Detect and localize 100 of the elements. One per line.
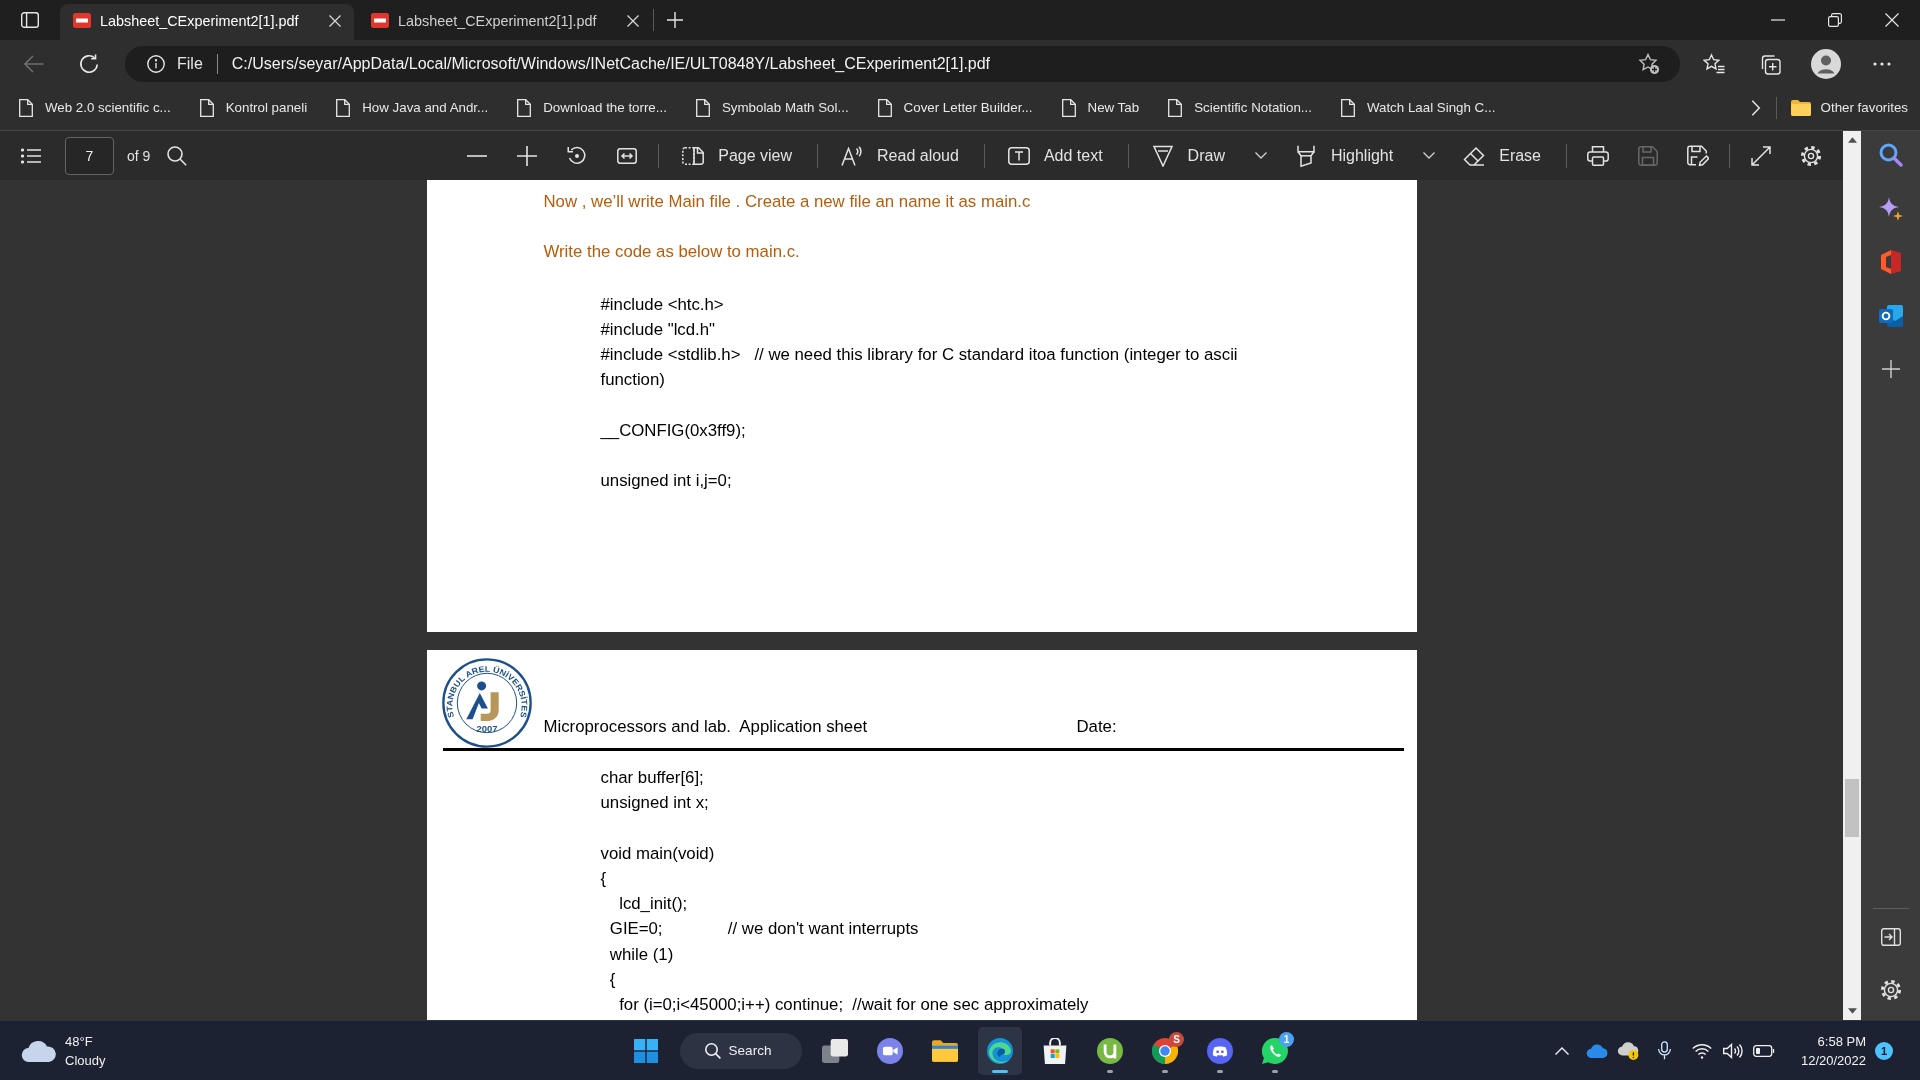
- page-number-field[interactable]: 7: [65, 136, 114, 175]
- search-icon: [167, 145, 188, 166]
- settings-icon: [1879, 979, 1902, 1001]
- favorites-bar-link[interactable]: Kontrol paneli: [191, 92, 316, 123]
- date-text: 12/20/2022: [1800, 1051, 1866, 1070]
- page-view-button[interactable]: Page view: [670, 137, 807, 174]
- cloud-icon[interactable]: [1585, 1043, 1608, 1058]
- code-line: __CONFIG(0x3ff9);: [600, 419, 747, 442]
- page-count-label: of 9: [127, 147, 151, 164]
- page-icon: [199, 98, 214, 117]
- minimize-icon: [1770, 19, 1785, 21]
- info-icon: [147, 55, 165, 73]
- letter-mark-logo-icon: [1097, 1037, 1123, 1064]
- close-icon: [329, 14, 341, 27]
- favorites-bar-link[interactable]: New Tab: [1053, 92, 1148, 123]
- taskbar-app-button[interactable]: S: [1143, 1026, 1187, 1075]
- microphone-icon[interactable]: [1657, 1041, 1671, 1060]
- mail-logo-icon: [1878, 303, 1903, 328]
- draw-button[interactable]: Draw: [1139, 137, 1239, 174]
- page-icon: [1168, 98, 1183, 117]
- code-line: #include <stdlib.h> // we need this library for C standard itoa function (integer to ascii: [600, 344, 1239, 366]
- scrollbar[interactable]: [1843, 131, 1861, 1020]
- code-line: #include "lcd.h": [600, 318, 717, 341]
- weather-widget[interactable]: 48°F Cloudy: [21, 1026, 106, 1075]
- favorites-bar-link[interactable]: Web 2.0 scientific c...: [11, 92, 179, 123]
- page-icon: [695, 98, 710, 117]
- floppy-pen-icon: [1687, 144, 1709, 167]
- restore-icon: [1827, 13, 1842, 27]
- sheet-title: Microprocessors and lab. Application sheet: [543, 716, 869, 738]
- arrow-down-icon[interactable]: [1847, 1008, 1857, 1014]
- favorites-folder-button[interactable]: Other favorites: [1782, 92, 1916, 123]
- plus-icon: [667, 12, 683, 28]
- arrow-up-icon[interactable]: [1847, 137, 1857, 143]
- video-camera-icon: [877, 1037, 903, 1064]
- fit-width-icon: [617, 145, 638, 166]
- scrollbar-thumb[interactable]: [1845, 778, 1859, 837]
- chevron-up-icon[interactable]: [1554, 1046, 1569, 1055]
- page-icon: [19, 98, 33, 117]
- minus-icon: [467, 154, 488, 157]
- wifi-icon[interactable]: [1691, 1042, 1712, 1059]
- folder-icon: [932, 1037, 958, 1064]
- battery-icon[interactable]: [1752, 1044, 1775, 1057]
- plus-icon: [517, 145, 538, 166]
- date-label: Date:: [1076, 716, 1118, 738]
- code-line: lcd_init();: [618, 893, 689, 916]
- add-text-button[interactable]: Add text: [995, 137, 1117, 174]
- erase-button[interactable]: Erase: [1451, 137, 1555, 174]
- highlight-button[interactable]: Highlight: [1282, 137, 1408, 174]
- shopping-bag-icon: [1042, 1037, 1068, 1064]
- start-icon: [634, 1038, 658, 1063]
- game-controller-logo-icon: [1207, 1037, 1233, 1064]
- search-icon: [704, 1042, 721, 1059]
- read-aloud-icon: [841, 144, 864, 167]
- code-line: {: [600, 868, 608, 890]
- site-info-button[interactable]: File: [147, 49, 203, 79]
- app-badge: S: [1169, 1031, 1184, 1047]
- favorites-bar-link[interactable]: How Java and Andr...: [328, 92, 497, 123]
- speaker-icon[interactable]: [1722, 1042, 1743, 1059]
- code-line: for (i=0;i<45000;i++) continue; //wait for one sec approximately: [618, 994, 1090, 1016]
- taskbar-search-box[interactable]: Search: [680, 1032, 802, 1069]
- browser-tab[interactable]: Labsheet_CExperiment2[1].pdf: [358, 4, 652, 40]
- pdf-file-icon: [371, 13, 389, 28]
- more-icon: [1873, 62, 1891, 66]
- code-line: unsigned int i,j=0;: [600, 470, 733, 492]
- cloud-icon: [21, 1039, 57, 1062]
- folder-icon: [1790, 99, 1811, 116]
- page-icon: [877, 98, 892, 117]
- time-text: 6:58 PM: [1817, 1032, 1866, 1051]
- notification-count[interactable]: 1: [1875, 1041, 1893, 1060]
- collections-icon: [1759, 53, 1781, 75]
- rotate-icon: [567, 145, 588, 166]
- highlighter-icon: [1294, 144, 1317, 167]
- star-list-icon: [1703, 53, 1725, 75]
- taskbar-app-button[interactable]: [978, 1026, 1022, 1075]
- eraser-icon: [1463, 144, 1486, 167]
- page-icon: [1340, 98, 1355, 117]
- favorites-bar-link[interactable]: Watch Laal Singh C...: [1332, 92, 1504, 123]
- clock[interactable]: 6:58 PM 12/20/2022: [1800, 1026, 1866, 1075]
- favorites-bar-link[interactable]: Download the torre...: [509, 92, 675, 123]
- read-aloud-button[interactable]: Read aloud: [829, 137, 973, 174]
- page-view-icon: [682, 144, 705, 167]
- code-line: while (1): [608, 943, 675, 966]
- favorites-bar-link[interactable]: Scientific Notation...: [1160, 92, 1320, 123]
- refresh-icon: [79, 54, 99, 74]
- favorites-bar-link[interactable]: Symbolab Math Sol...: [687, 92, 857, 123]
- page-icon: [1061, 98, 1076, 117]
- favorites-bar-link[interactable]: Cover Letter Builder...: [869, 92, 1041, 123]
- browser-tab[interactable]: Labsheet_CExperiment2[1].pdf: [60, 4, 354, 40]
- code-line: unsigned int x;: [600, 792, 710, 815]
- layered-logo-icon: [1878, 250, 1903, 274]
- url-field[interactable]: C:/Users/seyar/AppData/Local/Microsoft/Windows/INetCache/IE/ULT0848Y/Labsheet_CExperiment2[1].pdf: [231, 49, 1634, 79]
- instruction-text: Now , we’ll write Main file . Create a new file an name it as main.c: [543, 191, 1032, 213]
- settings-icon: [1800, 144, 1822, 167]
- cloud-warning-icon[interactable]: [1616, 1041, 1639, 1060]
- code-line: GIE=0; // we don't want interrupts: [608, 918, 920, 941]
- pen-nib-icon: [1151, 144, 1174, 167]
- code-line: char buffer[6];: [600, 767, 705, 790]
- list-icon: [21, 145, 41, 166]
- weather-condition-text: Cloudy: [65, 1051, 106, 1070]
- search-icon: [1878, 143, 1903, 167]
